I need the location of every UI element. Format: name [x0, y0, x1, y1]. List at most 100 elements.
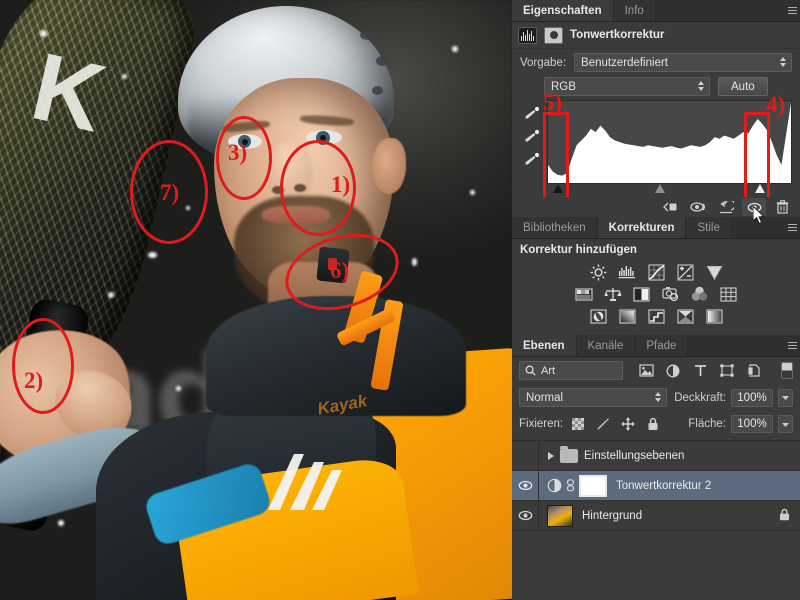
shape-filter-icon[interactable] — [719, 363, 735, 379]
tab-info[interactable]: Info — [613, 0, 656, 21]
snowflake — [40, 30, 47, 37]
set-black-point-eyedropper-icon[interactable] — [520, 106, 540, 120]
link-mask-icon[interactable] — [566, 479, 575, 492]
vibrance-icon[interactable] — [705, 263, 724, 281]
selective-color-icon[interactable] — [705, 307, 724, 325]
adjustment-filter-icon[interactable] — [665, 363, 681, 379]
gradient-map-icon[interactable] — [676, 307, 695, 325]
tab-label: Kanäle — [587, 339, 624, 352]
panel-menu-icon — [787, 222, 797, 233]
fill-stepper[interactable] — [778, 415, 793, 433]
preset-select[interactable]: Benutzerdefiniert — [574, 53, 792, 72]
layer-mask-thumbnail[interactable] — [579, 474, 607, 497]
lock-pixels-icon[interactable] — [595, 416, 611, 432]
fill-label: Fläche: — [688, 418, 726, 430]
panel-menu-button[interactable] — [784, 217, 800, 238]
hue-saturation-icon[interactable] — [574, 285, 593, 303]
chevron-updown-icon — [698, 81, 704, 91]
snowflake — [412, 258, 417, 266]
tabbar-filler — [655, 0, 784, 21]
fill-value[interactable]: 100% — [731, 415, 773, 433]
visibility-eye-icon[interactable] — [742, 198, 766, 216]
posterize-icon[interactable] — [618, 307, 637, 325]
eye-icon — [518, 510, 532, 521]
adjustment-row-3 — [520, 307, 792, 325]
lock-badge-icon — [779, 508, 790, 524]
auto-label: Auto — [731, 80, 755, 93]
tab-eigenschaften[interactable]: Eigenschaften — [512, 0, 614, 21]
tab-label: Bibliotheken — [523, 221, 586, 234]
black-white-icon[interactable] — [632, 285, 651, 303]
table-row[interactable]: Hintergrund — [512, 501, 800, 531]
table-row[interactable]: Einstellungsebenen — [512, 441, 800, 471]
panel-menu-button[interactable] — [784, 0, 800, 21]
levels-icon[interactable] — [618, 263, 637, 281]
blend-mode-select[interactable]: Normal — [519, 388, 668, 407]
opacity-stepper[interactable] — [778, 388, 793, 407]
tab-pfade[interactable]: Pfade — [635, 335, 689, 356]
set-white-point-eyedropper-icon[interactable] — [520, 152, 540, 166]
preset-row: Vorgabe: Benutzerdefiniert — [512, 49, 800, 76]
preset-label: Vorgabe: — [520, 56, 567, 69]
auto-button[interactable]: Auto — [718, 77, 768, 96]
preset-value: Benutzerdefiniert — [581, 56, 668, 69]
color-lookup-icon[interactable] — [719, 285, 738, 303]
invert-icon[interactable] — [589, 307, 608, 325]
opacity-value[interactable]: 100% — [731, 388, 773, 407]
brightness-contrast-icon[interactable] — [589, 263, 608, 281]
snowflake — [148, 252, 157, 258]
tab-stile[interactable]: Stile — [686, 217, 732, 238]
tab-label: Pfade — [646, 339, 677, 352]
layer-thumbnail[interactable] — [547, 504, 573, 527]
properties-panel: Tonwertkorrektur Vorgabe: Benutzerdefini… — [512, 22, 800, 217]
adidas-logo-jacket — [268, 454, 342, 510]
threshold-icon[interactable] — [647, 307, 666, 325]
snowflake — [58, 520, 64, 526]
tab-bibliotheken[interactable]: Bibliotheken — [512, 217, 598, 238]
channel-select[interactable]: RGB — [544, 77, 710, 96]
tab-ebenen[interactable]: Ebenen — [512, 335, 577, 356]
lock-position-icon[interactable] — [620, 416, 636, 432]
tab-kanaele[interactable]: Kanäle — [576, 335, 636, 356]
chevron-updown-icon — [780, 57, 786, 67]
image-filter-icon[interactable] — [638, 363, 654, 379]
eyedropper-tools — [518, 100, 542, 197]
gamma-input-slider[interactable] — [655, 184, 665, 193]
clip-to-layer-icon[interactable] — [658, 198, 682, 216]
folder-icon — [560, 445, 578, 463]
reset-icon[interactable] — [714, 198, 738, 216]
color-balance-icon[interactable] — [603, 285, 622, 303]
properties-tabbar: Eigenschaften Info — [512, 0, 800, 22]
photo-filter-icon[interactable] — [661, 285, 680, 303]
layer-filter-select[interactable]: Art — [519, 361, 623, 380]
adjustment-layer-icon — [547, 478, 562, 493]
adjustment-row-1 — [520, 263, 792, 281]
group-expand-triangle-icon[interactable] — [548, 451, 554, 460]
lock-fill-row: Fixieren: Fläche: 100% — [512, 411, 800, 437]
channel-mixer-icon[interactable] — [690, 285, 709, 303]
table-row[interactable]: Tonwertkorrektur 2 — [512, 471, 800, 501]
tab-korrekturen[interactable]: Korrekturen — [597, 217, 687, 238]
tab-label: Stile — [697, 221, 720, 234]
adjustment-icon-grid — [512, 263, 800, 335]
toggle-preview-icon[interactable] — [686, 198, 710, 216]
snowflake — [470, 190, 475, 195]
layer-visibility-toggle[interactable] — [512, 480, 538, 491]
filter-enable-toggle[interactable] — [781, 362, 793, 379]
panel-menu-button[interactable] — [784, 335, 800, 356]
set-gray-point-eyedropper-icon[interactable] — [520, 129, 540, 143]
layer-name: Hintergrund — [582, 509, 643, 522]
exposure-icon[interactable] — [676, 263, 695, 281]
text-filter-icon[interactable] — [692, 363, 708, 379]
lock-all-icon[interactable] — [645, 416, 661, 432]
lock-transparency-icon[interactable] — [570, 416, 586, 432]
smartobject-filter-icon[interactable] — [746, 363, 762, 379]
divider — [538, 471, 539, 500]
blend-mode-value: Normal — [526, 391, 564, 404]
curves-icon[interactable] — [647, 263, 666, 281]
layer-name: Einstellungsebenen — [584, 449, 685, 462]
layer-visibility-toggle[interactable] — [512, 510, 538, 521]
tab-label: Ebenen — [523, 339, 565, 352]
image-canvas[interactable]: adi K Kayak 1) 2) 3) 6) 7) — [0, 0, 512, 600]
delete-icon[interactable] — [770, 198, 794, 216]
